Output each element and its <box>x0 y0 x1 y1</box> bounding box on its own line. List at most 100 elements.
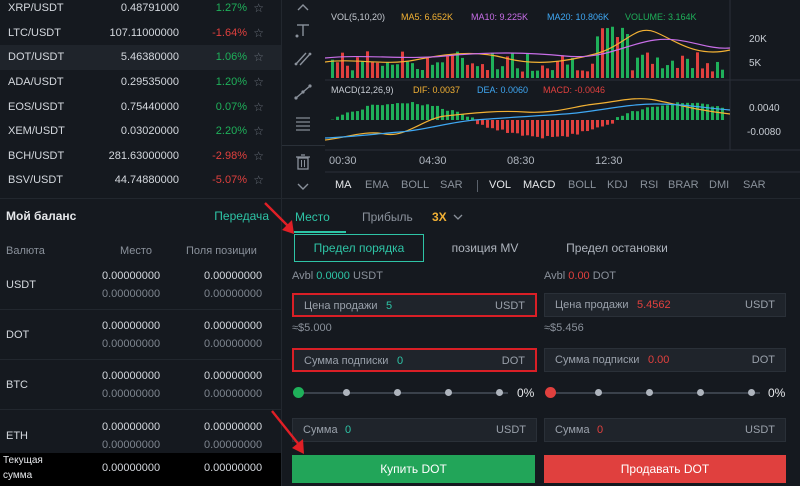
slider-knob[interactable] <box>545 387 556 398</box>
macd-bar <box>366 105 369 120</box>
trash-icon[interactable] <box>293 153 313 171</box>
buy-price-field[interactable]: Цена продажи 5 USDT <box>292 293 537 317</box>
macd-bar <box>646 107 649 120</box>
volume-bar <box>351 70 354 78</box>
buy-price-value: 5 <box>386 300 393 312</box>
star-icon[interactable]: ☆ <box>253 173 264 187</box>
sell-price-field[interactable]: Цена продажи 5.4562 USDT <box>544 293 786 317</box>
volume-bar <box>406 61 409 78</box>
slider-step[interactable] <box>445 389 452 396</box>
indicator-vol[interactable]: VOL <box>489 179 511 191</box>
ticker-price: 0.03020000 <box>120 125 179 138</box>
ticker-row[interactable]: BCH/USDT 281.63000000 -2.98% ☆ <box>0 144 281 169</box>
indicator-brar[interactable]: BRAR <box>668 179 699 191</box>
indicator-sar-sub[interactable]: SAR <box>743 179 766 191</box>
subtab-market-order[interactable]: позиция MV <box>430 234 540 262</box>
ticker-row[interactable]: BSV/USDT 44.74880000 -5.07% ☆ <box>0 168 281 193</box>
indicator-macd[interactable]: MACD <box>523 179 555 191</box>
buy-total-field[interactable]: Сумма 0 USDT <box>292 418 537 442</box>
ticker-row[interactable]: LTC/USDT 107.11000000 -1.64% ☆ <box>0 21 281 46</box>
tab-profit[interactable]: Прибыль <box>362 210 413 224</box>
star-icon[interactable]: ☆ <box>253 149 264 163</box>
slider-step[interactable] <box>697 389 704 396</box>
buy-price-label: Цена продажи <box>304 300 378 312</box>
macd-bar <box>601 120 604 127</box>
volume-bar <box>501 66 504 78</box>
buy-price-unit: USDT <box>495 300 525 312</box>
sell-amount-value: 0.00 <box>648 354 670 366</box>
star-icon[interactable]: ☆ <box>253 100 264 114</box>
sell-price-label: Цена продажи <box>555 299 629 311</box>
slider-step[interactable] <box>748 389 755 396</box>
sell-avbl-value: 0.00 <box>568 270 590 282</box>
star-icon[interactable]: ☆ <box>253 50 264 64</box>
macd-bar <box>536 120 539 137</box>
chevron-up-icon[interactable] <box>293 0 313 18</box>
indicator-ma[interactable]: MA <box>335 179 352 191</box>
volume-bar <box>376 62 379 78</box>
subtab-stop-limit[interactable]: Предел остановки <box>552 234 682 262</box>
slider-step[interactable] <box>343 389 350 396</box>
indicator-boll[interactable]: BOLL <box>401 179 429 191</box>
balance-currency: DOT <box>6 329 30 341</box>
slider-knob[interactable] <box>293 387 304 398</box>
buy-button[interactable]: Купить DOT <box>292 455 535 483</box>
total-label-line1: Текущая <box>3 455 43 466</box>
sell-total-field[interactable]: Сумма 0 USDT <box>544 418 786 442</box>
volume-bar <box>476 66 479 78</box>
volume-bar <box>541 65 544 78</box>
indicator-sar[interactable]: SAR <box>440 179 463 191</box>
sell-button[interactable]: Продавать DOT <box>544 455 786 483</box>
subtab-limit-order[interactable]: Предел порядка <box>294 234 424 262</box>
sell-amount-field[interactable]: Сумма подписки 0.00 DOT <box>544 348 786 372</box>
chart-canvas[interactable] <box>325 0 800 198</box>
vol-axis-label: 5K <box>749 58 762 69</box>
trend-line-icon[interactable] <box>293 83 313 101</box>
slider-step[interactable] <box>394 389 401 396</box>
volume-bar <box>506 56 509 78</box>
vol-legend-label: VOL(5,10,20) <box>331 12 386 22</box>
ticker-row[interactable]: DOT/USDT 5.46380000 1.06% ☆ <box>0 45 281 70</box>
balance-place-sub: 0.00000000 <box>102 439 161 451</box>
star-icon[interactable]: ☆ <box>253 124 264 138</box>
macd-bar <box>666 105 669 120</box>
macd-bar <box>591 120 594 130</box>
balance-position-sub: 0.00000000 <box>204 338 263 350</box>
slider-step[interactable] <box>496 389 503 396</box>
indicator-rsi[interactable]: RSI <box>640 179 658 191</box>
volume-bar <box>551 70 554 78</box>
ticker-pair: DOT/USDT <box>8 51 65 64</box>
slider-step[interactable] <box>595 389 602 396</box>
slider-step[interactable] <box>646 389 653 396</box>
buy-amount-field[interactable]: Сумма подписки 0 DOT <box>292 348 537 372</box>
transfer-link[interactable]: Передача <box>214 209 269 223</box>
buy-available: Avbl 0.0000 USDT <box>292 270 383 282</box>
volume-bar <box>626 34 629 78</box>
ticker-row[interactable]: ADA/USDT 0.29535000 1.20% ☆ <box>0 70 281 95</box>
ticker-price: 5.46380000 <box>120 51 179 64</box>
star-icon[interactable]: ☆ <box>253 26 264 40</box>
order-panel: Место Прибыль 3X Предел порядка позиция … <box>281 198 800 486</box>
star-icon[interactable]: ☆ <box>253 75 264 89</box>
parallel-lines-icon[interactable] <box>293 50 313 68</box>
macd-bar <box>421 105 424 120</box>
leverage-selector[interactable]: 3X <box>432 210 463 224</box>
chevron-down-icon[interactable] <box>293 177 313 195</box>
ticker-row[interactable]: EOS/USDT 0.75440000 0.07% ☆ <box>0 94 281 119</box>
text-tool-icon[interactable] <box>293 22 313 40</box>
macd-legend-dif: DIF: 0.0037 <box>413 85 461 95</box>
ticker-row[interactable]: XEM/USDT 0.03020000 2.20% ☆ <box>0 119 281 144</box>
ticker-row[interactable]: XRP/USDT 0.48791000 1.27% ☆ <box>0 0 281 21</box>
balance-place-sub: 0.00000000 <box>102 338 161 350</box>
volume-bar <box>591 63 594 78</box>
balance-panel: Мой баланс Передача Валюта Место Поля по… <box>0 198 281 486</box>
indicator-boll-sub[interactable]: BOLL <box>568 179 596 191</box>
volume-bar <box>576 70 579 78</box>
indicator-ema[interactable]: EMA <box>365 179 389 191</box>
fibonacci-icon[interactable] <box>293 115 313 133</box>
indicator-kdj[interactable]: KDJ <box>607 179 628 191</box>
ticker-price: 0.48791000 <box>120 2 179 15</box>
star-icon[interactable]: ☆ <box>253 1 264 15</box>
indicator-dmi[interactable]: DMI <box>709 179 729 191</box>
macd-bar <box>376 104 379 120</box>
